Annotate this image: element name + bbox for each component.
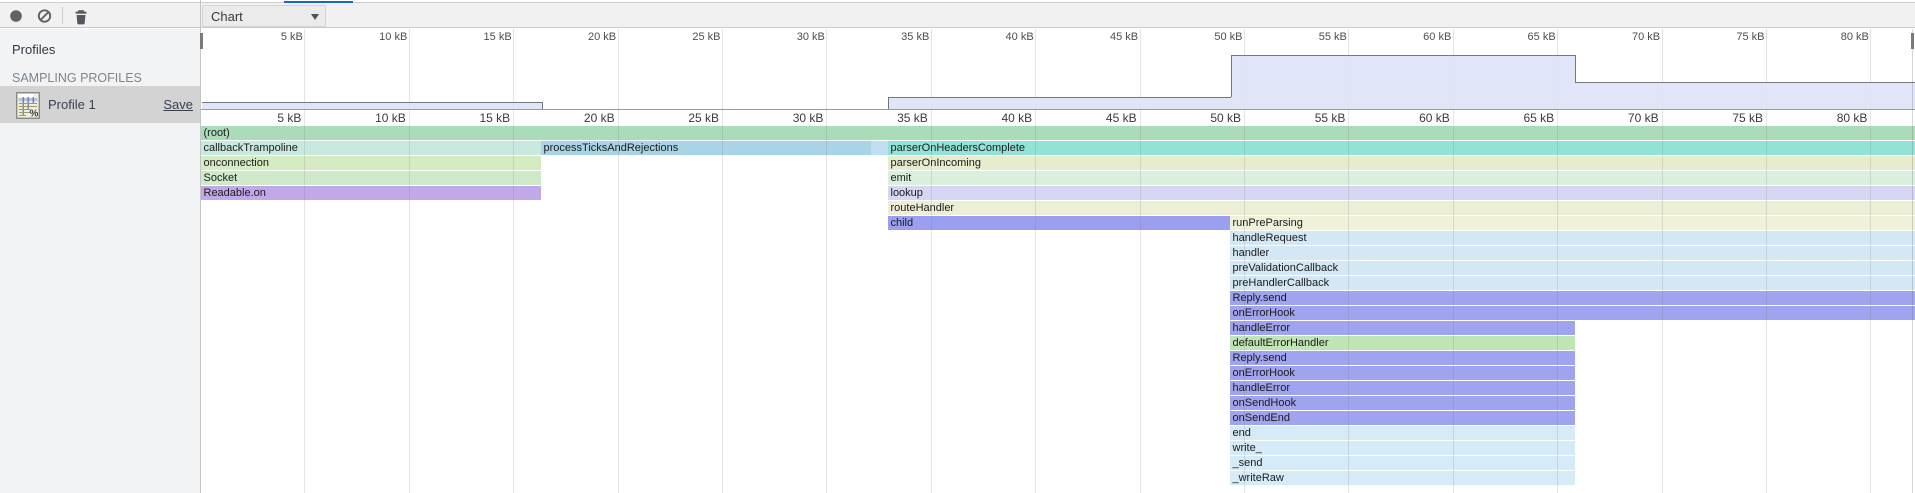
svg-text:%: % xyxy=(30,109,39,120)
